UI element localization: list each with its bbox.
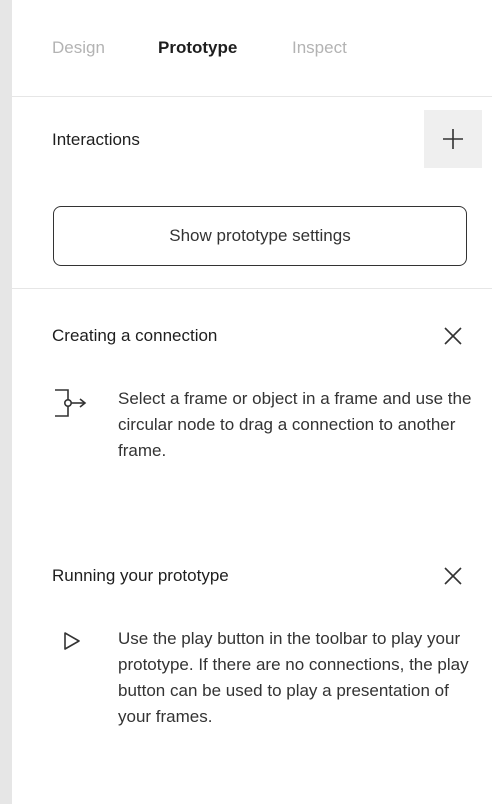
close-icon xyxy=(444,567,462,585)
properties-panel: Design Prototype Inspect Interactions Sh… xyxy=(12,0,492,804)
running-help-text: Use the play button in the toolbar to pl… xyxy=(118,629,469,726)
show-prototype-settings-button[interactable]: Show prototype settings xyxy=(53,206,467,266)
close-connection-help-button[interactable] xyxy=(438,321,468,351)
close-icon xyxy=(444,327,462,345)
interactions-section: Interactions Show prototype settings xyxy=(12,96,492,289)
left-rail xyxy=(0,0,12,804)
connection-help-title: Creating a connection xyxy=(52,326,218,345)
plus-icon xyxy=(443,129,463,149)
add-interaction-button[interactable] xyxy=(424,110,482,168)
running-help-title: Running your prototype xyxy=(52,566,229,585)
connection-help-text: Select a frame or object in a frame and … xyxy=(118,389,472,460)
interactions-title: Interactions xyxy=(52,130,140,149)
close-running-help-button[interactable] xyxy=(438,561,468,591)
connection-arrow-icon xyxy=(52,388,92,418)
tab-design[interactable]: Design xyxy=(52,36,105,60)
play-icon xyxy=(52,626,92,656)
tab-prototype[interactable]: Prototype xyxy=(158,36,237,60)
tab-inspect[interactable]: Inspect xyxy=(292,36,347,60)
panel-tabs: Design Prototype Inspect xyxy=(12,0,492,97)
